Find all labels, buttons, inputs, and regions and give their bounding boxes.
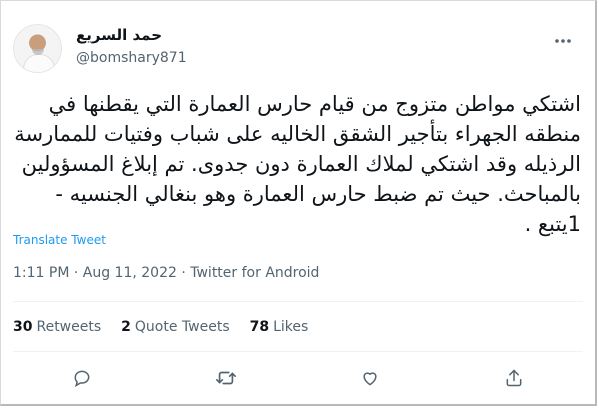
tweet-stats: 30 Retweets 2 Quote Tweets 78 Likes [13, 319, 308, 335]
likes-stat[interactable]: 78 Likes [250, 319, 309, 335]
tweet-card: حمد السريع @bomshary871 اشتكي مواطن متزو… [0, 0, 597, 406]
divider [13, 301, 583, 302]
quote-count: 2 [121, 319, 131, 335]
quote-tweets-stat[interactable]: 2 Quote Tweets [121, 319, 229, 335]
likes-count: 78 [249, 319, 270, 335]
retweets-stat[interactable]: 30 Retweets [13, 319, 101, 335]
tweet-metadata[interactable]: 1:11 PM · Aug 11, 2022 · Twitter for And… [13, 265, 319, 281]
heart-icon [360, 368, 380, 388]
author-name[interactable]: حمد السريع [76, 26, 162, 44]
author-avatar[interactable] [13, 24, 62, 73]
translate-tweet-link[interactable]: Translate Tweet [13, 233, 106, 247]
retweet-icon [215, 367, 237, 389]
retweet-button[interactable] [215, 367, 237, 389]
more-horizontal-icon [554, 38, 572, 44]
quote-label: Quote Tweets [134, 319, 230, 335]
likes-label: Likes [273, 319, 309, 335]
divider [13, 351, 583, 352]
tweet-text: اشتكي مواطن متزوج من قيام حارس العمارة ا… [14, 92, 581, 236]
like-button[interactable] [359, 367, 381, 389]
tweet-header: حمد السريع @bomshary871 [13, 23, 583, 75]
share-button[interactable] [503, 367, 525, 389]
reply-icon [72, 368, 92, 388]
retweets-label: Retweets [36, 319, 102, 335]
share-icon [504, 368, 524, 388]
retweets-count: 30 [13, 319, 33, 335]
more-options-button[interactable] [551, 31, 575, 51]
reply-button[interactable] [71, 367, 93, 389]
author-handle[interactable]: @bomshary871 [76, 49, 187, 67]
tweet-actions [71, 367, 525, 389]
